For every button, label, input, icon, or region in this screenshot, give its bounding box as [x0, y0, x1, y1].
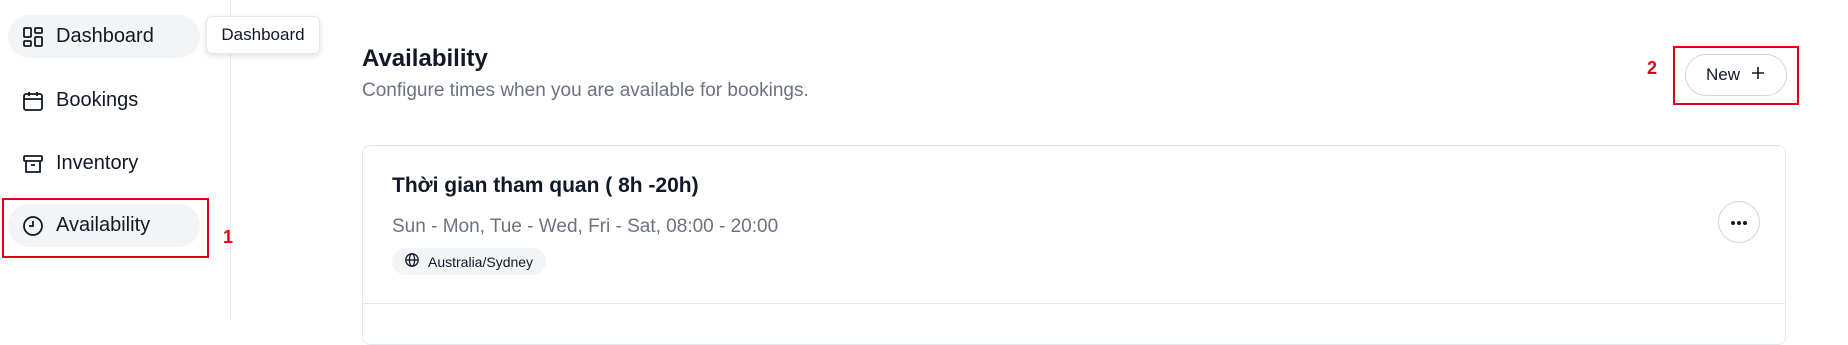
schedule-days: Sun - Mon, Tue - Wed, Fri - Sat, 08:00 -… — [392, 216, 779, 237]
sidebar-item-dashboard[interactable]: Dashboard — [8, 15, 200, 58]
schedule-divider — [363, 303, 1785, 304]
sidebar: Dashboard Bookings Inventory Availabilit… — [0, 0, 231, 319]
dashboard-grid-icon — [20, 24, 46, 50]
dashboard-tooltip: Dashboard — [206, 16, 320, 54]
calendar-icon — [20, 88, 46, 114]
annotation-box-1 — [2, 198, 209, 258]
globe-icon — [404, 252, 420, 271]
sidebar-item-label: Dashboard — [56, 25, 154, 47]
timezone-badge: Australia/Sydney — [392, 248, 547, 275]
page-subtitle: Configure times when you are available f… — [362, 80, 809, 101]
page-title: Availability — [362, 45, 488, 72]
annotation-number-2: 2 — [1647, 58, 1658, 78]
archive-box-icon — [20, 151, 46, 177]
new-button-label: New — [1705, 65, 1740, 84]
more-options-button[interactable] — [1718, 201, 1760, 243]
sidebar-item-inventory[interactable]: Inventory — [8, 142, 200, 185]
schedule-title[interactable]: Thời gian tham quan ( 8h -20h) — [392, 174, 699, 198]
sidebar-item-label: Inventory — [56, 152, 139, 174]
new-button[interactable]: New — [1685, 54, 1787, 96]
annotation-number-1: 1 — [223, 227, 234, 247]
schedule-list: Thời gian tham quan ( 8h -20h) Sun - Mon… — [362, 145, 1786, 345]
sidebar-item-bookings[interactable]: Bookings — [8, 79, 200, 122]
ellipsis-icon — [1730, 213, 1748, 231]
timezone-label: Australia/Sydney — [428, 253, 534, 270]
sidebar-item-label: Bookings — [56, 89, 139, 111]
plus-icon — [1750, 65, 1766, 86]
